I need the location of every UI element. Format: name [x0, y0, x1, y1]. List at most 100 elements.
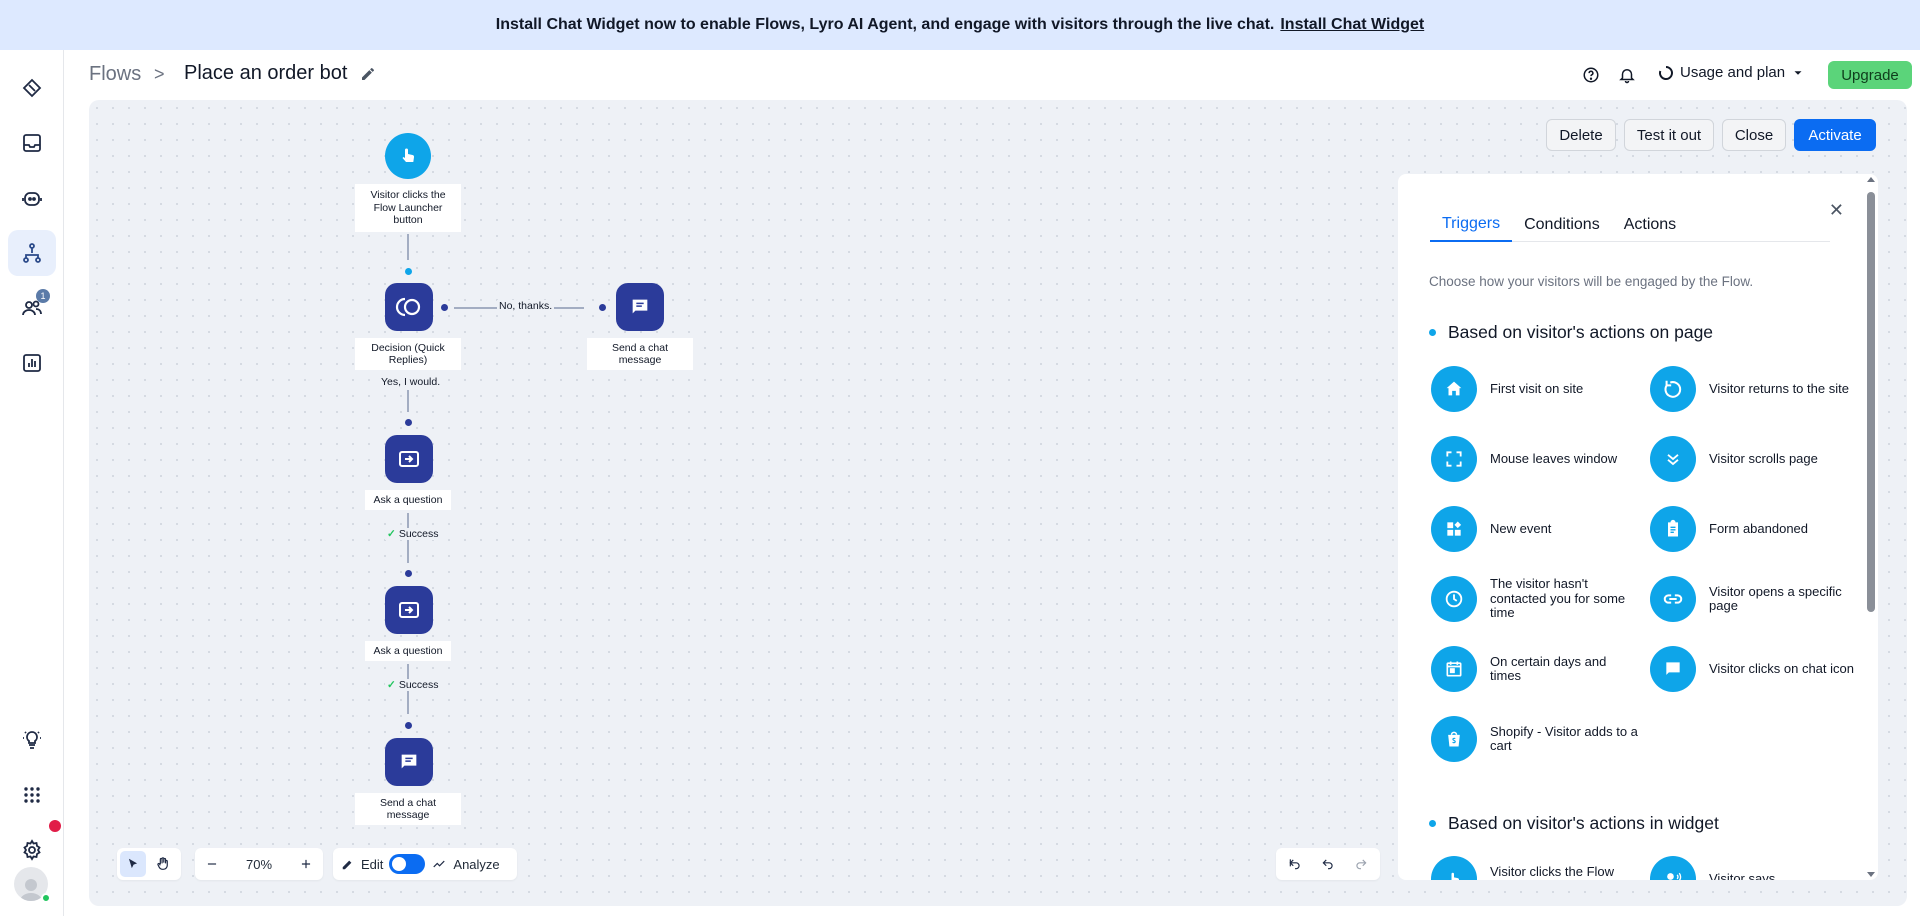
trigger-specific-page[interactable]: Visitor opens a specific page	[1650, 576, 1860, 622]
sidebar: 1	[0, 50, 64, 916]
sidebar-item-dashboard[interactable]	[8, 65, 56, 111]
quick-replies-icon	[395, 297, 421, 317]
flow-node-send-message[interactable]	[385, 738, 433, 786]
flow-node-trigger[interactable]	[385, 133, 431, 179]
pan-tool-button[interactable]	[150, 851, 176, 877]
trigger-not-contacted[interactable]: The visitor hasn't contacted you for som…	[1431, 576, 1641, 622]
home-icon	[1431, 366, 1477, 412]
install-widget-link[interactable]: Install Chat Widget	[1280, 16, 1424, 34]
dashboard-icon	[22, 78, 42, 98]
lightbulb-icon	[23, 731, 41, 749]
history-toolbar	[1276, 848, 1380, 880]
section-title-page-actions: Based on visitor's actions on page	[1429, 322, 1713, 343]
trigger-form-abandoned[interactable]: Form abandoned	[1650, 506, 1860, 552]
trigger-mouse-leaves[interactable]: Mouse leaves window	[1431, 436, 1641, 482]
connector-dot	[405, 268, 412, 275]
select-tool-button[interactable]	[120, 851, 146, 877]
upgrade-button[interactable]: Upgrade	[1828, 61, 1912, 89]
usage-ring-icon	[1659, 65, 1673, 80]
trigger-days-times[interactable]: On certain days and times	[1431, 646, 1641, 692]
edit-title-icon[interactable]	[360, 66, 376, 87]
triggers-panel: ✕ Triggers Conditions Actions Choose how…	[1398, 174, 1878, 880]
touch-icon	[402, 148, 415, 162]
sidebar-item-discover[interactable]	[8, 717, 56, 763]
section-title-widget-actions: Based on visitor's actions in widget	[1429, 813, 1719, 834]
usage-label: Usage and plan	[1680, 64, 1786, 81]
touch-icon	[1431, 856, 1477, 880]
undo-button[interactable]	[1315, 851, 1341, 877]
undo-all-button[interactable]	[1282, 851, 1308, 877]
cursor-mode-toolbar	[117, 848, 181, 880]
clock-icon	[1431, 576, 1477, 622]
bot-icon	[22, 192, 42, 206]
edit-mode-label[interactable]: Edit	[361, 857, 383, 872]
trigger-visitor-returns[interactable]: Visitor returns to the site	[1650, 366, 1860, 412]
pointer-icon	[128, 858, 138, 869]
trigger-first-visit[interactable]: First visit on site	[1431, 366, 1641, 412]
zoom-toolbar: 70%	[195, 848, 323, 880]
plus-icon	[301, 859, 311, 869]
trigger-shopify-cart[interactable]: Shopify - Visitor adds to a cart	[1431, 716, 1641, 762]
close-panel-icon[interactable]: ✕	[1829, 200, 1844, 221]
activate-button[interactable]: Activate	[1794, 119, 1876, 151]
analyze-mode-label[interactable]: Analyze	[453, 857, 499, 872]
sidebar-item-inbox[interactable]	[8, 120, 56, 166]
flow-node-ask-question[interactable]	[385, 586, 433, 634]
connector-dot	[405, 419, 412, 426]
panel-description: Choose how your visitors will be engaged…	[1429, 274, 1754, 289]
close-button[interactable]: Close	[1722, 119, 1786, 151]
refresh-icon	[1650, 366, 1696, 412]
breadcrumb-flows[interactable]: Flows	[89, 63, 141, 86]
flow-node-send-message[interactable]	[616, 283, 664, 331]
trigger-visitor-scrolls[interactable]: Visitor scrolls page	[1650, 436, 1860, 482]
minus-icon	[207, 863, 217, 865]
redo-button[interactable]	[1348, 851, 1374, 877]
tab-actions[interactable]: Actions	[1612, 208, 1688, 242]
fullscreen-icon	[1431, 436, 1477, 482]
sidebar-item-flows[interactable]	[8, 230, 56, 276]
calendar-icon	[1431, 646, 1477, 692]
undo-all-icon	[1289, 859, 1300, 870]
delete-button[interactable]: Delete	[1546, 119, 1616, 151]
zoom-level: 70%	[245, 856, 273, 872]
zoom-in-button[interactable]	[293, 851, 319, 877]
zoom-out-button[interactable]	[199, 851, 225, 877]
gear-icon	[23, 839, 41, 861]
flow-node-send-message-label: Send a chat message	[355, 793, 461, 825]
help-icon[interactable]	[1580, 64, 1602, 86]
flow-node-send-message-label: Send a chat message	[587, 338, 693, 370]
trigger-chat-icon-click[interactable]: Visitor clicks on chat icon	[1650, 646, 1860, 692]
page-title: Place an order bot	[184, 62, 348, 84]
test-it-out-button[interactable]: Test it out	[1624, 119, 1714, 151]
connector	[407, 234, 409, 260]
sidebar-item-integrations[interactable]	[8, 772, 56, 818]
flow-node-ask-question-label: Ask a question	[365, 641, 451, 661]
scroll-down-icon	[1650, 436, 1696, 482]
trigger-new-event[interactable]: New event	[1431, 506, 1641, 552]
usage-and-plan-dropdown[interactable]: Usage and plan	[1658, 64, 1805, 81]
edge-label-no: No, thanks.	[497, 300, 555, 312]
sidebar-item-lyro-ai[interactable]	[8, 175, 56, 221]
sidebar-item-customers[interactable]: 1	[8, 285, 56, 331]
connector-dot	[405, 722, 412, 729]
clipboard-icon	[1650, 506, 1696, 552]
flow-node-decision[interactable]	[385, 283, 433, 331]
input-arrow-icon	[399, 602, 419, 618]
flow-node-ask-question[interactable]	[385, 435, 433, 483]
trigger-flow-launcher[interactable]: Visitor clicks the Flow Launcher	[1431, 856, 1641, 880]
chat-message-icon	[401, 754, 417, 769]
sidebar-item-analytics[interactable]	[8, 340, 56, 386]
edit-analyze-toggle[interactable]	[389, 854, 426, 874]
notifications-bell-icon[interactable]	[1616, 64, 1638, 86]
panel-scroll-thumb[interactable]	[1867, 192, 1875, 612]
connector-dot	[441, 304, 448, 311]
trigger-visitor-says[interactable]: Visitor says	[1650, 856, 1860, 880]
tab-triggers[interactable]: Triggers	[1430, 208, 1513, 242]
tab-conditions[interactable]: Conditions	[1512, 208, 1612, 242]
shopify-bag-icon	[1431, 716, 1477, 762]
edge-label-success: ✓ Success	[385, 528, 441, 540]
hand-icon	[157, 857, 168, 870]
mode-toolbar: Edit Analyze	[333, 848, 517, 880]
undo-icon	[1322, 859, 1333, 870]
breadcrumb-separator: >	[154, 64, 165, 84]
